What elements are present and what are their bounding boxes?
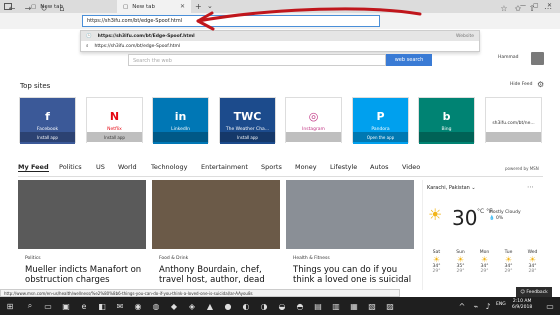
annotation-arrow	[196, 7, 422, 31]
